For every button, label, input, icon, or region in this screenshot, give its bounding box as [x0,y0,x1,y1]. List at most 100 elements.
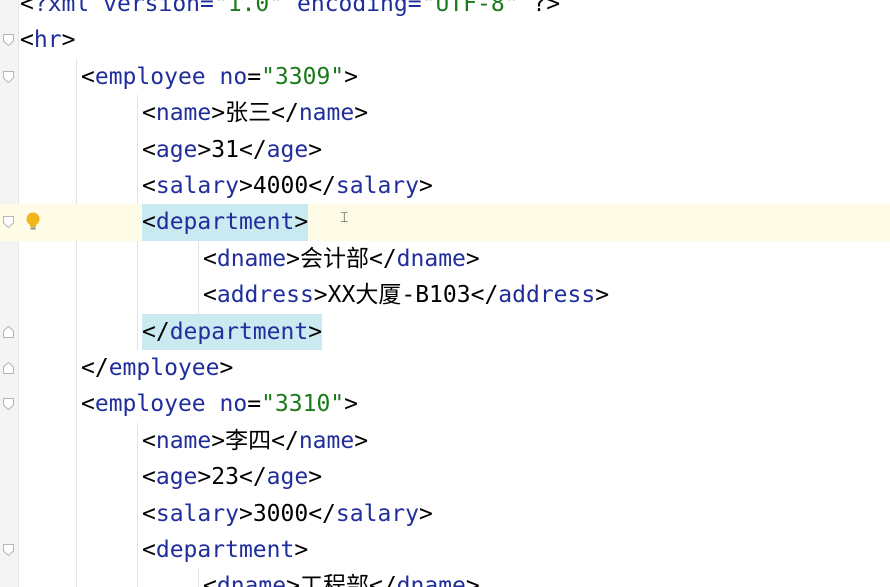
fold-open-icon[interactable] [3,544,14,556]
code-line[interactable]: <dname>工程部</dname> [0,568,890,587]
code-text[interactable]: <department> [142,204,309,241]
tag-name: department [155,537,295,563]
tag-name: salary [155,500,239,527]
syntax-token: </ [238,464,267,491]
syntax-token: = [247,63,262,90]
syntax-token: < [142,464,156,491]
code-line[interactable]: <age>23</age> [0,459,890,495]
code-line[interactable]: <?xml version="1.0" encoding="UTF-8" ?> [0,0,890,22]
code-text[interactable]: <hr> [20,22,75,58]
code-line[interactable]: <department> [0,532,890,568]
tag-name: age [266,464,309,491]
element-text: 3000 [252,500,309,527]
syntax-token: < [142,500,156,527]
element-text: XX大厦-B103 [327,282,471,309]
code-line[interactable]: <address>XX大厦-B103</address> [0,277,890,313]
syntax-token: > [354,427,369,454]
code-text[interactable]: <dname>会计部</dname> [203,241,480,277]
syntax-token: </ [308,500,336,527]
code-line[interactable]: <hr> [0,22,890,58]
code-text[interactable]: <name>张三</name> [142,95,368,131]
syntax-token: < [203,573,217,587]
fold-close-icon[interactable] [3,325,14,338]
tag-name: employee [108,355,220,381]
attribute-value: "3310" [261,391,345,418]
code-line[interactable]: <salary>3000</salary> [0,496,890,532]
syntax-token: < [142,209,156,236]
syntax-token: > [465,573,480,587]
code-editor[interactable]: <?xml version="1.0" encoding="UTF-8" ?> <… [0,0,890,587]
code-line[interactable]: <department> [0,204,890,241]
attribute-name: no [219,63,248,90]
tag-name: name [155,427,212,454]
code-line[interactable]: <name>李四</name> [0,423,890,459]
tag-name: address [498,282,596,309]
code-line[interactable]: <employee no="3309"> [0,59,890,95]
tag-name: hr [33,27,62,54]
syntax-token: < [142,100,156,127]
syntax-token: ?> [518,0,561,17]
syntax-token: </ [142,318,170,345]
element-text: 张三 [225,100,272,127]
code-text[interactable]: <salary>3000</salary> [142,496,433,532]
tag-name: salary [155,173,239,199]
syntax-token: > [344,391,359,418]
tag-name: address [216,282,314,309]
syntax-token: < [142,537,156,563]
code-text[interactable]: <address>XX大厦-B103</address> [203,277,609,313]
code-text[interactable]: <salary>4000</salary> [142,168,433,204]
fold-open-icon[interactable] [3,216,14,229]
code-text[interactable]: <department> [142,532,308,568]
fold-open-icon[interactable] [3,398,14,411]
code-line[interactable]: <dname>会计部</dname> [0,241,890,277]
syntax-token: > [286,573,300,587]
code-text[interactable]: <?xml version="1.0" encoding="UTF-8" ?> [20,0,560,22]
code-line[interactable]: <name>张三</name> [0,95,890,131]
code-text[interactable]: </department> [142,313,323,350]
attribute-value: "UTF-8" [421,0,519,17]
syntax-token: > [286,245,300,272]
code-text[interactable]: <name>李四</name> [142,423,368,459]
tag-name: age [266,136,309,163]
syntax-token: > [219,355,234,381]
syntax-token: = [247,391,262,418]
tag-name: name [298,100,355,127]
code-line[interactable]: <employee no="3310"> [0,386,890,422]
syntax-token: > [61,27,76,54]
syntax-token: > [238,173,253,199]
element-text: 31 [211,136,239,163]
code-text[interactable]: <dname>工程部</dname> [203,568,480,587]
element-text: 23 [211,464,239,491]
tag-name: employee [94,63,206,90]
code-line[interactable]: <salary>4000</salary> [0,168,890,204]
tag-name: dname [396,573,466,587]
syntax-token: </ [368,245,397,272]
code-text[interactable]: <employee no="3310"> [81,386,358,422]
fold-open-icon[interactable] [3,34,14,47]
code-text[interactable]: <employee no="3309"> [81,59,358,95]
tag-name: name [155,100,212,127]
syntax-token: > [419,500,433,527]
syntax-token: > [294,209,309,236]
syntax-token: < [142,173,156,199]
code-line[interactable]: <age>31</age> [0,132,890,168]
code-text[interactable]: <age>31</age> [142,132,322,168]
element-text: 李四 [225,427,272,454]
syntax-token: < [81,63,95,90]
code-text[interactable]: <age>23</age> [142,459,322,495]
fold-close-icon[interactable] [3,362,14,374]
code-line[interactable]: </department> [0,313,890,350]
code-line[interactable]: </employee> [0,350,890,386]
syntax-token: > [419,173,433,199]
syntax-token: > [354,100,369,127]
syntax-token: > [238,500,253,527]
fold-open-icon[interactable] [3,70,14,83]
syntax-token: </ [271,100,299,127]
syntax-token: > [344,63,359,90]
syntax-token: </ [271,427,299,454]
tag-name: department [155,209,295,236]
syntax-token: encoding= [283,0,422,17]
lightbulb-icon[interactable] [24,211,42,233]
code-text[interactable]: </employee> [81,350,233,386]
tag-name: department [169,318,309,345]
